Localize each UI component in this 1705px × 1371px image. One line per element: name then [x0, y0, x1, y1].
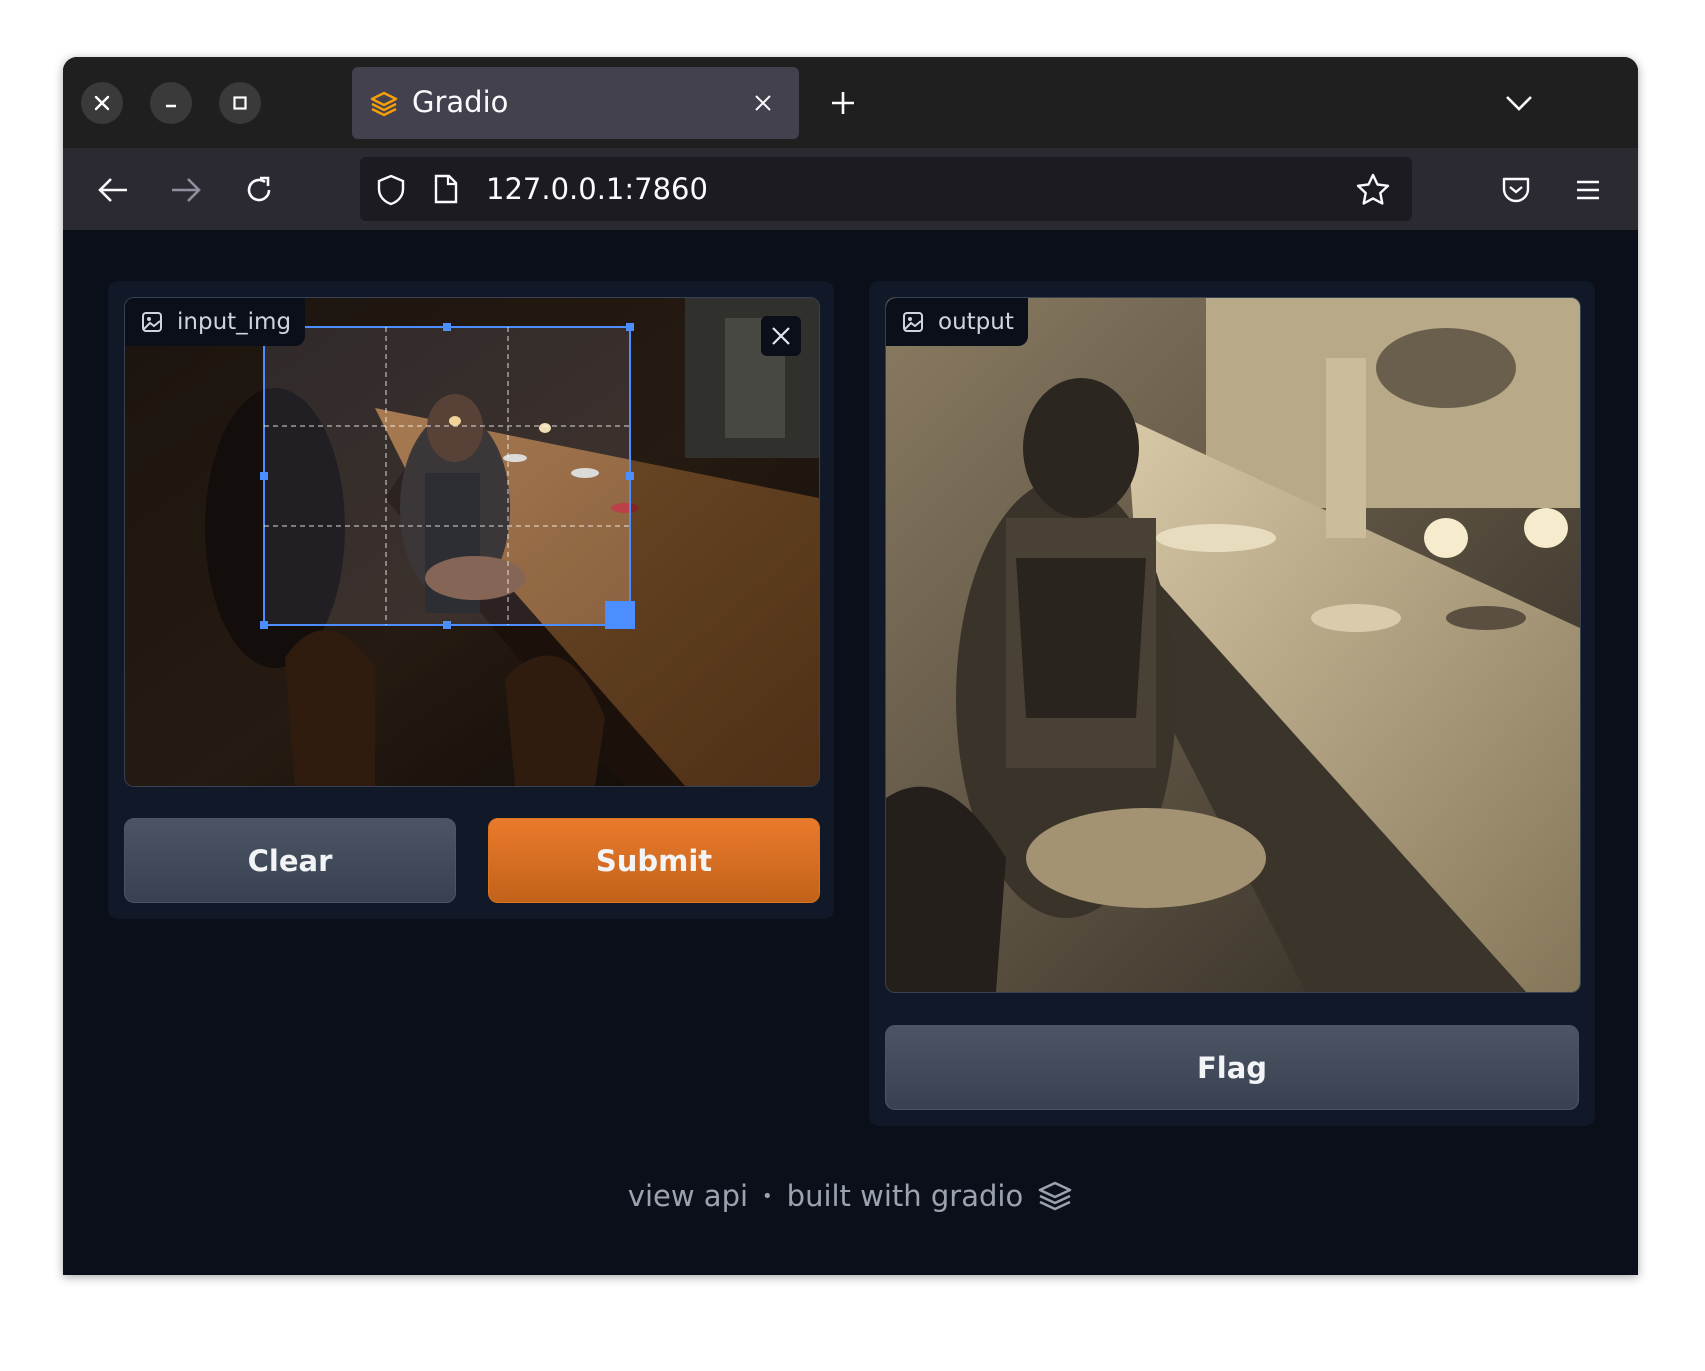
- bookmark-star-icon[interactable]: [1356, 173, 1390, 205]
- image-icon: [903, 312, 923, 332]
- title-bar: Gradio: [63, 57, 1638, 148]
- output-image-label-text: output: [938, 309, 1014, 335]
- list-tabs-icon: [1506, 96, 1532, 111]
- shield-icon: [377, 174, 405, 206]
- maximize-icon: [233, 96, 247, 110]
- gradio-logo-icon: [370, 91, 398, 117]
- input-image-label-text: input_img: [177, 309, 292, 335]
- close-window-button[interactable]: [81, 82, 123, 124]
- output-panel: output Flag: [869, 281, 1595, 1126]
- footer-separator: •: [762, 1185, 773, 1207]
- input-image-label: input_img: [125, 298, 306, 346]
- built-with-gradio-link[interactable]: built with gradio: [787, 1179, 1024, 1213]
- submit-button[interactable]: Submit: [488, 818, 820, 903]
- input-panel: input_img Clear Submit: [108, 281, 834, 919]
- close-icon: [94, 95, 110, 111]
- footer: view api • built with gradio: [63, 1179, 1638, 1213]
- remove-image-icon: [772, 327, 790, 345]
- page-icon: [434, 174, 458, 204]
- menu-icon: [1577, 180, 1599, 200]
- reload-icon: [247, 176, 271, 202]
- new-tab-button[interactable]: [825, 85, 861, 121]
- forward-button[interactable]: [166, 170, 206, 210]
- list-all-tabs-button[interactable]: [1501, 85, 1537, 121]
- flag-button[interactable]: Flag: [885, 1025, 1579, 1110]
- forward-icon: [172, 178, 201, 202]
- minimize-icon: [166, 104, 176, 108]
- pocket-button[interactable]: [1496, 170, 1536, 210]
- remove-image-button[interactable]: [761, 316, 801, 356]
- app-menu-button[interactable]: [1568, 170, 1608, 210]
- url-text: 127.0.0.1:7860: [486, 172, 708, 206]
- browser-window: Gradio 127.0.0.1:7860 input_img Clear Su…: [63, 57, 1638, 1275]
- navigation-bar: 127.0.0.1:7860: [63, 148, 1638, 230]
- output-image: output: [885, 297, 1581, 993]
- tab-title: Gradio: [412, 85, 509, 119]
- reload-button[interactable]: [239, 170, 279, 210]
- browser-tab[interactable]: Gradio: [352, 67, 799, 139]
- output-photo: [886, 298, 1580, 992]
- pocket-icon: [1502, 177, 1530, 203]
- crop-box[interactable]: [125, 298, 819, 786]
- clear-button[interactable]: Clear: [124, 818, 456, 903]
- minimize-window-button[interactable]: [150, 82, 192, 124]
- close-tab-icon[interactable]: [754, 94, 772, 112]
- back-icon: [98, 178, 127, 202]
- input-image[interactable]: input_img: [124, 297, 820, 787]
- maximize-window-button[interactable]: [219, 82, 261, 124]
- url-bar[interactable]: 127.0.0.1:7860: [360, 157, 1412, 221]
- output-image-label: output: [886, 298, 1028, 346]
- back-button[interactable]: [93, 170, 133, 210]
- image-icon: [142, 312, 162, 332]
- gradio-logo-icon: [1038, 1181, 1072, 1211]
- view-api-link[interactable]: view api: [628, 1179, 748, 1213]
- new-tab-icon: [832, 92, 854, 114]
